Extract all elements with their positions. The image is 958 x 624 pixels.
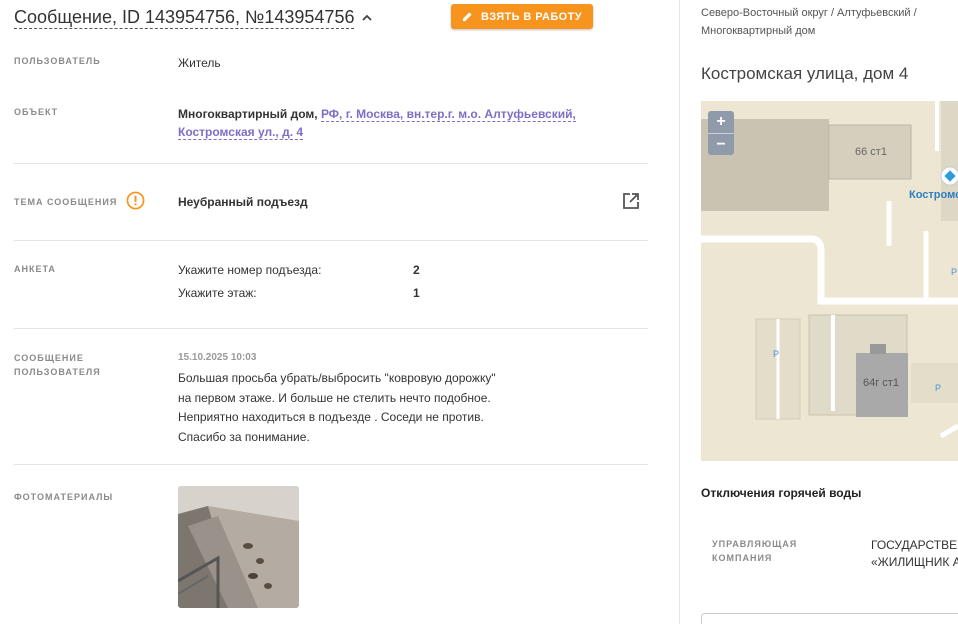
message-line: на первом этаже. И больше не стелить неч…: [178, 390, 491, 405]
address-sidebar: Северо-Восточный округ / Алтуфьевский / …: [680, 0, 958, 624]
management-company-label: УПРАВЛЯЮЩАЯ КОМПАНИЯ: [712, 537, 797, 565]
breadcrumb: Северо-Восточный округ / Алтуфьевский / …: [701, 4, 951, 40]
open-external-icon[interactable]: [622, 192, 640, 210]
anketa-question: Укажите номер подъезда:: [178, 263, 322, 277]
value-line: ГОСУДАРСТВЕ: [871, 538, 958, 552]
warning-icon: [126, 191, 145, 210]
hot-water-outages-link[interactable]: Отключения горячей воды: [701, 486, 861, 500]
address-title: Костромская улица, дом 4: [701, 64, 909, 83]
zoom-out-button[interactable]: −: [708, 133, 734, 155]
parking-icon: P: [935, 383, 942, 393]
chevron-up-icon[interactable]: [360, 11, 374, 25]
divider: [14, 240, 648, 241]
object-label: ОБЪЕКТ: [14, 107, 59, 117]
object-type: Многоквартирный дом,: [178, 107, 318, 121]
topic-value: Неубранный подъезд: [178, 195, 308, 209]
title-row: Сообщение, ID 143954756, №143954756: [14, 6, 374, 29]
map[interactable]: 66 ст1 64г ст1 Костромс P P P + −: [701, 101, 958, 461]
label-line: КОМПАНИЯ: [712, 553, 773, 563]
message-label: СООБЩЕНИЕ ПОЛЬЗОВАТЕЛЯ: [14, 351, 101, 379]
photos-label: ФОТОМАТЕРИАЛЫ: [14, 492, 114, 502]
user-value: Житель: [178, 56, 221, 70]
anketa-question: Укажите этаж:: [178, 286, 257, 300]
message-label-line: СООБЩЕНИЕ: [14, 353, 84, 363]
map-label-street: Костромс: [909, 189, 958, 201]
message-line: Большая просьба убрать/выбросить "ковров…: [178, 371, 496, 385]
divider: [14, 328, 648, 329]
message-panel: Сообщение, ID 143954756, №143954756 ВЗЯТ…: [0, 0, 679, 624]
map-label-building: 66 ст1: [855, 146, 887, 158]
object-value: Многоквартирный дом, РФ, г. Москва, вн.т…: [178, 105, 598, 141]
photo-image: [178, 486, 299, 608]
divider: [14, 163, 648, 164]
anketa-answer: 1: [413, 286, 420, 300]
value-line: «ЖИЛИЩНИК А: [871, 555, 958, 569]
bottom-field[interactable]: [701, 613, 958, 624]
management-company-value: ГОСУДАРСТВЕ «ЖИЛИЩНИК А: [871, 537, 958, 571]
breadcrumb-line[interactable]: Северо-Восточный округ / Алтуфьевский /: [701, 4, 951, 22]
user-label: ПОЛЬЗОВАТЕЛЬ: [14, 56, 101, 66]
topic-label: ТЕМА СООБЩЕНИЯ: [14, 197, 118, 207]
map-label-building: 64г ст1: [863, 377, 899, 389]
label-line: УПРАВЛЯЮЩАЯ: [712, 539, 798, 549]
photo-thumbnail[interactable]: [178, 486, 299, 608]
message-label-line: ПОЛЬЗОВАТЕЛЯ: [14, 367, 101, 377]
message-date: 15.10.2025 10:03: [178, 352, 257, 363]
parking-icon: P: [951, 267, 958, 277]
take-to-work-button[interactable]: ВЗЯТЬ В РАБОТУ: [451, 4, 593, 29]
zoom-in-button[interactable]: +: [708, 111, 734, 133]
anketa-answer: 2: [413, 263, 420, 277]
anketa-label: АНКЕТА: [14, 264, 56, 274]
message-line: Неприятно находиться в подъезде . Соседи…: [178, 410, 484, 424]
breadcrumb-line[interactable]: Многоквартирный дом: [701, 22, 951, 40]
page-title[interactable]: Сообщение, ID 143954756, №143954756: [14, 6, 355, 29]
take-to-work-label: ВЗЯТЬ В РАБОТУ: [481, 10, 582, 23]
zoom-controls: + −: [708, 111, 734, 155]
message-text: Большая просьба убрать/выбросить "ковров…: [178, 369, 538, 447]
pencil-icon: [462, 12, 472, 22]
message-line: Спасибо за понимание.: [178, 429, 310, 444]
map-canvas: [701, 101, 958, 461]
parking-icon: P: [773, 349, 780, 359]
divider: [14, 464, 648, 465]
